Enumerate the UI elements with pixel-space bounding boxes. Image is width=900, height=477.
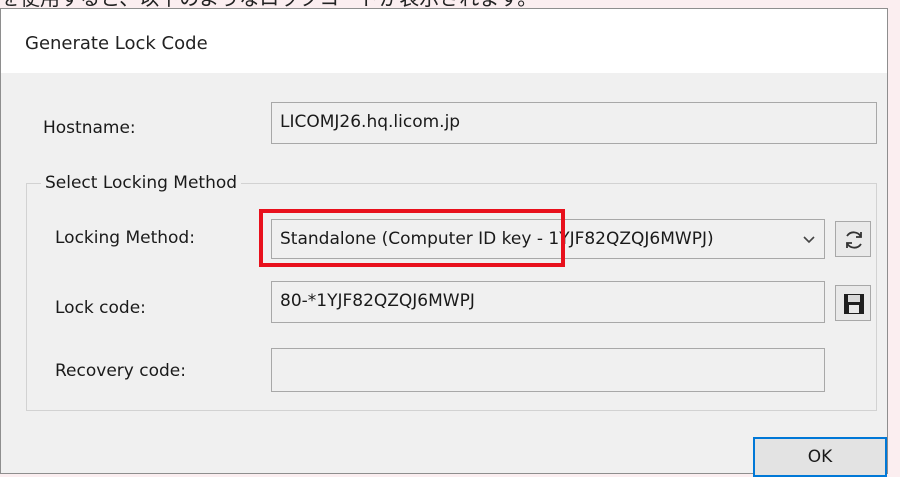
- refresh-icon: [846, 231, 862, 249]
- dialog-titlebar: Generate Lock Code: [1, 9, 887, 74]
- locking-method-group-title: Select Locking Method: [41, 173, 242, 193]
- dialog-title: Generate Lock Code: [25, 33, 208, 54]
- lock-code-field[interactable]: 80-*1YJF82QZQJ6MWPJ: [271, 281, 825, 323]
- lock-code-highlight-annotation: [259, 209, 565, 267]
- dialog-client-area: Hostname: LICOMJ26.hq.licom.jp Select Lo…: [1, 73, 887, 477]
- refresh-button[interactable]: [835, 221, 871, 257]
- hostname-field[interactable]: LICOMJ26.hq.licom.jp: [271, 102, 877, 144]
- chevron-down-icon: [803, 236, 815, 244]
- locking-method-label: Locking Method:: [55, 228, 195, 248]
- hostname-label: Hostname:: [43, 118, 136, 138]
- recovery-code-field[interactable]: [271, 348, 825, 392]
- lock-code-label: Lock code:: [55, 298, 146, 318]
- save-lock-code-button[interactable]: [835, 285, 871, 321]
- recovery-code-label: Recovery code:: [55, 361, 186, 381]
- ok-button[interactable]: OK: [753, 437, 887, 477]
- save-icon: [844, 294, 864, 314]
- generate-lock-code-dialog: Generate Lock Code Hostname: LICOMJ26.hq…: [0, 8, 888, 477]
